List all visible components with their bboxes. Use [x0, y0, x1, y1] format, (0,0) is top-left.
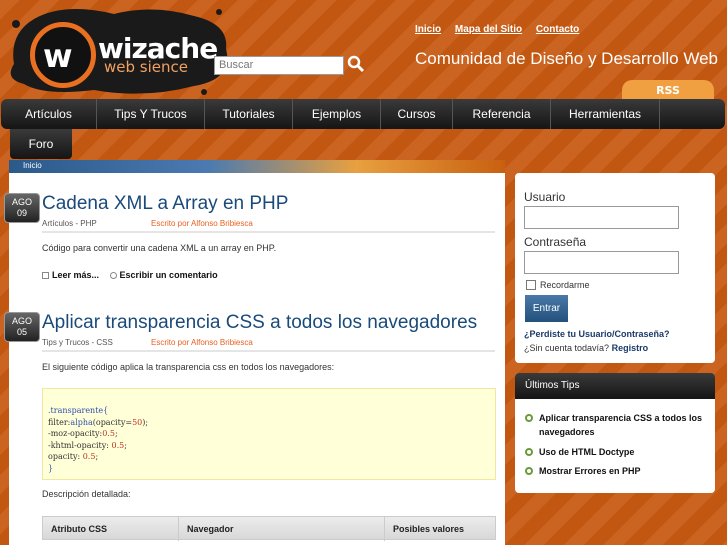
code-line: .transparente{ — [48, 406, 109, 415]
nav-item-foro[interactable]: Foro — [10, 129, 72, 159]
bullet-icon — [525, 448, 533, 456]
plus-icon — [42, 272, 49, 280]
post-excerpt: Código para convertir una cadena XML a u… — [42, 243, 277, 253]
attributes-table-header: Atributo CSS Navegador Posibles valores — [42, 516, 496, 541]
search-input[interactable]: Buscar — [214, 56, 344, 75]
login-button[interactable]: Entrar — [525, 295, 568, 322]
signup-text: ¿Sin cuenta todavía? Registro — [524, 343, 648, 353]
link-contacto[interactable]: Contacto — [536, 24, 579, 35]
post-author: Escrito por Alfonso Bribiesca — [151, 219, 253, 228]
post-author: Escrito por Alfonso Bribiesca — [151, 338, 253, 347]
code-line: opacity: 0.5; — [48, 452, 99, 461]
nav-item-herramientas[interactable]: Herramientas — [551, 99, 660, 129]
link-mapa-sitio[interactable]: Mapa del Sitio — [455, 24, 522, 35]
post-intro: El siguiente código aplica la transparen… — [42, 362, 335, 372]
divider — [42, 231, 495, 233]
nav-item-ejemplos[interactable]: Ejemplos — [293, 99, 381, 129]
tip-label: Aplicar transparencia CSS a todos los na… — [539, 413, 703, 437]
date-day: 09 — [16, 208, 27, 218]
table-header-atributo: Atributo CSS — [43, 517, 179, 541]
main-content: Inicio AGO 09 Cadena XML a Array en PHP … — [4, 160, 505, 545]
divider — [42, 350, 495, 352]
nav-item-tutoriales[interactable]: Tutoriales — [205, 99, 293, 129]
remember-label: Recordarme — [540, 280, 590, 290]
password-label: Contraseña — [524, 235, 587, 249]
table-header-navegador: Navegador — [179, 517, 385, 541]
signup-link[interactable]: Registro — [612, 343, 649, 353]
top-links: Inicio Mapa del Sitio Contacto — [415, 24, 590, 35]
date-badge: AGO 09 — [4, 193, 40, 223]
date-badge: AGO 05 — [4, 312, 40, 342]
tip-item[interactable]: Aplicar transparencia CSS a todos los na… — [525, 411, 705, 439]
password-field[interactable] — [524, 251, 679, 274]
logo-subtitle: web sience — [104, 58, 188, 76]
bullet-icon — [525, 414, 533, 422]
read-more-link[interactable]: Leer más... — [52, 270, 99, 280]
nav-item-referencia[interactable]: Referencia — [453, 99, 551, 129]
login-box: Usuario Contraseña Recordarme Entrar ¿Pe… — [515, 173, 715, 363]
date-day: 05 — [16, 327, 27, 337]
link-inicio[interactable]: Inicio — [415, 24, 441, 35]
post-desc-label: Descripción detallada: — [42, 489, 131, 499]
tips-title: Últimos Tips — [515, 373, 715, 399]
site-header: w wizache web sience Buscar Inicio Mapa … — [0, 0, 727, 100]
code-block: .transparente{ filter:alpha(opacity=50);… — [42, 388, 496, 480]
post-category[interactable]: Artículos - PHP — [42, 219, 97, 228]
search-icon[interactable] — [347, 55, 365, 73]
latest-tips-box: Últimos Tips Aplicar transparencia CSS a… — [515, 373, 715, 493]
forgot-password-link[interactable]: ¿Perdiste tu Usuario/Contraseña? — [524, 329, 670, 339]
tip-label: Uso de HTML Doctype — [539, 447, 635, 457]
code-line: -khtml-opacity: 0.5; — [48, 440, 127, 450]
rss-label: RSS — [656, 84, 680, 97]
nav-item-tips[interactable]: Tips Y Trucos — [97, 99, 205, 129]
table-header-valores: Posibles valores — [393, 524, 465, 534]
tip-item[interactable]: Mostrar Errores en PHP — [525, 464, 705, 478]
main-nav: Artículos Tips Y Trucos Tutoriales Ejemp… — [1, 99, 725, 129]
code-line: filter:alpha(opacity=50); — [48, 417, 149, 427]
post-actions: Leer más... Escribir un comentario — [42, 270, 218, 280]
post-title[interactable]: Cadena XML a Array en PHP — [42, 193, 288, 215]
logo-letter: w — [43, 37, 73, 75]
signup-question: ¿Sin cuenta todavía? — [524, 343, 610, 353]
post-category[interactable]: Tips y Trucos - CSS — [42, 338, 113, 347]
breadcrumb: Inicio — [9, 160, 505, 173]
nav-item-cursos[interactable]: Cursos — [381, 99, 453, 129]
username-label: Usuario — [524, 190, 566, 204]
post-title[interactable]: Aplicar transparencia CSS a todos los na… — [42, 312, 477, 334]
nav-item-articulos[interactable]: Artículos — [1, 99, 97, 129]
rss-button[interactable]: RSS — [622, 80, 714, 100]
tip-label: Mostrar Errores en PHP — [539, 466, 641, 476]
remember-checkbox[interactable] — [526, 280, 536, 290]
comment-link[interactable]: Escribir un comentario — [120, 270, 218, 280]
date-month: AGO — [11, 316, 32, 326]
code-line: } — [48, 463, 54, 473]
site-tagline: Comunidad de Diseño y Desarrollo Web — [415, 49, 719, 68]
logo-mark[interactable]: w — [30, 22, 96, 88]
breadcrumb-inicio[interactable]: Inicio — [23, 161, 42, 170]
bullet-icon — [525, 467, 533, 475]
tip-item[interactable]: Uso de HTML Doctype — [525, 445, 705, 459]
comment-icon — [109, 272, 117, 280]
username-field[interactable] — [524, 206, 679, 229]
code-line: -moz-opacity:0.5; — [48, 429, 118, 438]
date-month: AGO — [11, 197, 32, 207]
